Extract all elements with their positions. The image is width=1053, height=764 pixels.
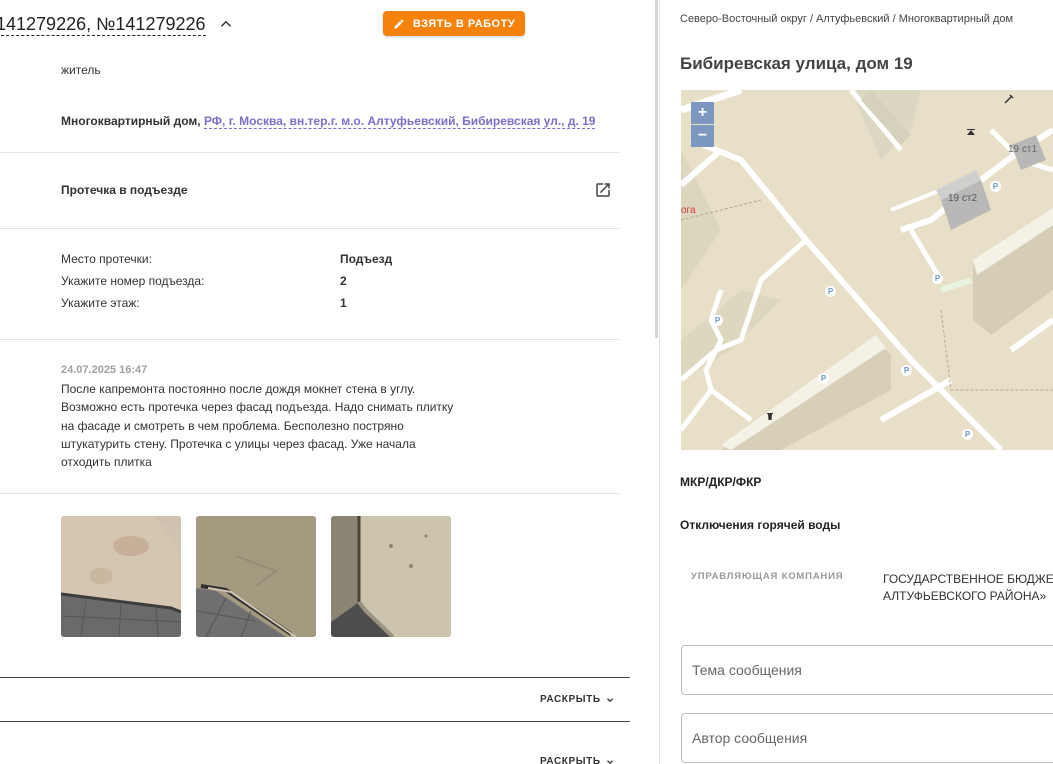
chevron-down-icon: [606, 759, 613, 764]
detail-value: 1: [340, 296, 347, 310]
divider: [0, 228, 619, 229]
scrollbar-thumb[interactable]: [655, 0, 658, 338]
expand-button[interactable]: РАСКРЫТЬ: [540, 756, 615, 764]
hot-water-heading: Отключения горячей воды: [680, 518, 841, 532]
detail-value: Подъезд: [340, 252, 393, 266]
parking-icon: P: [932, 273, 943, 284]
house-title: Бибиревская улица, дом 19: [680, 54, 913, 73]
chevron-up-icon[interactable]: [217, 15, 235, 33]
expand-label: РАСКРЫТЬ: [540, 694, 601, 705]
tool-icon: [1004, 94, 1014, 104]
parking-icon: P: [825, 286, 836, 297]
management-company-line: ГОСУДАРСТВЕННОЕ БЮДЖЕТНОЕ: [883, 572, 1053, 586]
section-divider: [0, 721, 630, 722]
ticket-panel: 141279226, №141279226 ВЗЯТЬ В РАБОТУ жит…: [0, 0, 655, 764]
open-in-new-icon[interactable]: [594, 181, 612, 199]
map-edge-label: ога: [681, 205, 696, 216]
pencil-icon: [394, 18, 404, 28]
address-link[interactable]: РФ, г. Москва, вн.тер.г. м.о. Алтуфьевск…: [203, 114, 596, 129]
photo-thumbnail[interactable]: [331, 516, 451, 637]
detail-label: Укажите этаж:: [61, 296, 140, 310]
map[interactable]: + − 19 ст1 19 ст2 ога P P P P P P P: [681, 90, 1053, 450]
expand-button[interactable]: РАСКРЫТЬ: [540, 694, 615, 705]
address-label: Многоквартирный дом,: [61, 114, 201, 128]
ticket-title[interactable]: 141279226, №141279226: [0, 13, 206, 36]
message-line: Возможно есть протечка через фасад подъе…: [61, 400, 454, 415]
take-to-work-label: ВЗЯТЬ В РАБОТУ: [412, 17, 516, 30]
take-to-work-button[interactable]: ВЗЯТЬ В РАБОТУ: [383, 11, 525, 36]
management-company-value: ГОСУДАРСТВЕННОЕ БЮДЖЕТНОЕ АЛТУФЬЕВСКОГО …: [883, 571, 1053, 605]
building-label: 19 ст2: [948, 193, 978, 204]
zoom-out-button[interactable]: −: [691, 125, 714, 147]
message-text: После капремонта постоянно после дождя м…: [61, 380, 481, 471]
message-line: штукатурить стену. Протечка с улицы чере…: [61, 436, 416, 451]
subject-placeholder: Тема сообщения: [692, 662, 802, 678]
parking-icon: P: [818, 373, 829, 384]
parking-icon: P: [990, 181, 1001, 192]
category-title: Протечка в подъезде: [61, 183, 188, 197]
divider: [0, 339, 619, 340]
author-placeholder: Автор сообщения: [692, 730, 808, 746]
photo-thumbnail[interactable]: [196, 516, 316, 637]
subject-field[interactable]: Тема сообщения: [681, 645, 1053, 695]
entrance-icon: [967, 129, 975, 135]
parking-icon: P: [901, 365, 912, 376]
divider: [0, 152, 619, 153]
divider: [0, 493, 619, 494]
detail-value: 2: [340, 274, 347, 288]
expand-label: РАСКРЫТЬ: [540, 756, 601, 764]
management-company-line: АЛТУФЬЕВСКОГО РАЙОНА»: [883, 589, 1047, 603]
chevron-down-icon: [606, 697, 613, 702]
message-date: 24.07.2025 16:47: [61, 364, 148, 376]
author-field[interactable]: Автор сообщения: [681, 713, 1053, 763]
parking-icon: P: [712, 315, 723, 326]
photo-thumbnail[interactable]: [61, 516, 181, 637]
parking-icon: P: [962, 429, 973, 440]
message-line: на фасаде и смотреть в чем проблема. Бес…: [61, 418, 404, 433]
detail-label: Укажите номер подъезда:: [61, 274, 205, 288]
breadcrumb[interactable]: Северо-Восточный округ / Алтуфьевский / …: [680, 13, 1013, 25]
management-company-label: УПРАВЛЯЮЩАЯ КОМПАНИЯ: [691, 571, 844, 582]
trash-icon: [767, 413, 773, 420]
zoom-in-button[interactable]: +: [691, 102, 714, 124]
section-divider: [0, 677, 630, 678]
mkr-heading: МКР/ДКР/ФКР: [680, 475, 762, 489]
address-row: Многоквартирный дом, РФ, г. Москва, вн.т…: [61, 114, 596, 129]
message-line: После капремонта постоянно после дождя м…: [61, 382, 416, 396]
building-label: 19 ст1: [1008, 144, 1038, 155]
detail-label: Место протечки:: [61, 252, 152, 266]
message-line: отходить плитка: [61, 455, 152, 470]
house-panel: Северо-Восточный округ / Алтуфьевский / …: [660, 0, 1053, 764]
applicant-role: житель: [61, 63, 101, 77]
